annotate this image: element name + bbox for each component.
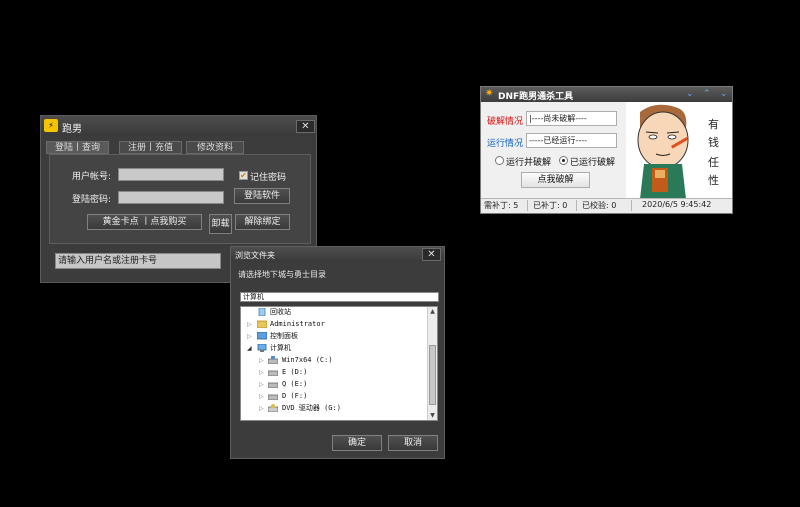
tool-titlebar[interactable]: ✷ DNF跑男通杀工具 ⌄ ⌃ ⌄ xyxy=(481,87,732,102)
cartoon-text-3: 任 xyxy=(708,156,719,169)
status-divider xyxy=(527,200,528,211)
scroll-down-icon[interactable]: ▼ xyxy=(428,411,437,420)
expand-arrow-icon[interactable]: ▷ xyxy=(259,381,264,388)
account-label: 用户帐号: xyxy=(72,172,112,182)
crack-button[interactable]: 点我破解 xyxy=(521,172,590,188)
dnf-tool-window: ✷ DNF跑男通杀工具 ⌄ ⌃ ⌄ 破解情况 |----尚未破解---- 运行情… xyxy=(480,86,733,214)
login-button[interactable]: 登陆软件 xyxy=(234,188,290,204)
radio-already-running-label[interactable]: 已运行破解 xyxy=(570,155,615,168)
buy-card-button[interactable]: 黄金卡点 丨点我购买 xyxy=(87,214,202,230)
path-input[interactable]: 计算机 xyxy=(240,292,439,302)
tree-item-drive-c[interactable]: Win7x64 (C:) xyxy=(282,355,333,366)
browse-close-button[interactable]: ✕ xyxy=(422,248,441,261)
expand-arrow-icon[interactable]: ▷ xyxy=(259,369,264,376)
cartoon-text-2: 钱 xyxy=(708,136,719,149)
tab-edit-profile[interactable]: 修改资料 xyxy=(186,141,244,154)
tab-login-query[interactable]: 登陆丨查询 xyxy=(46,141,109,154)
remember-label[interactable]: 记住密码 xyxy=(250,170,286,183)
dvd-drive-icon xyxy=(268,404,278,412)
run-status-label: 运行情况 xyxy=(487,139,524,149)
system-drive-icon xyxy=(268,356,278,364)
account-input[interactable] xyxy=(118,168,224,181)
tool-status-bar: 需补丁: 5 已补丁: 0 已校验: 0 2020/6/5 9:45:42 xyxy=(481,198,732,213)
close-icon[interactable]: ⌄ xyxy=(720,89,728,99)
control-panel-icon xyxy=(257,332,267,340)
tree-item-control-panel[interactable]: 控制面板 xyxy=(270,331,298,342)
radio-run-and-crack-label[interactable]: 运行并破解 xyxy=(506,155,551,168)
expand-arrow-icon[interactable]: ▷ xyxy=(247,321,252,328)
crack-status-label: 破解情况 xyxy=(487,117,524,127)
cancel-button[interactable]: 取消 xyxy=(388,435,438,451)
cartoon-text-1: 有 xyxy=(708,118,719,131)
tree-scrollbar[interactable]: ▲ ▼ xyxy=(427,307,437,420)
dropdown-icon[interactable]: ⌄ xyxy=(686,89,694,99)
expand-arrow-icon[interactable]: ▷ xyxy=(247,333,252,340)
browse-titlebar[interactable]: 浏览文件夹 ✕ xyxy=(231,247,444,262)
status-divider xyxy=(576,200,577,211)
tab-register-recharge[interactable]: 注册丨充值 xyxy=(119,141,182,154)
app-logo-icon: ⚡ xyxy=(44,119,58,132)
uninstall-button[interactable]: 卸载 xyxy=(209,214,232,234)
login-titlebar[interactable]: ⚡ 跑男 ✕ xyxy=(41,116,316,136)
login-window-title: 跑男 xyxy=(62,124,82,135)
user-folder-icon xyxy=(257,320,267,328)
tree-item-administrator[interactable]: Administrator xyxy=(270,319,325,330)
tree-item-drive-e[interactable]: Q (E:) xyxy=(282,379,307,390)
tree-item-computer[interactable]: 计算机 xyxy=(270,343,291,354)
crack-status-field: |----尚未破解---- xyxy=(526,111,617,126)
scroll-up-icon[interactable]: ▲ xyxy=(428,307,437,316)
tree-item-dvd-drive[interactable]: DVD 驱动器 (G:) xyxy=(282,403,341,414)
recycle-bin-icon xyxy=(258,308,266,316)
browse-dialog-title: 浏览文件夹 xyxy=(235,251,275,260)
status-datetime: 2020/6/5 9:45:42 xyxy=(642,200,712,209)
cartoon-image: 有 钱 任 性 xyxy=(626,102,732,199)
tree-item-recycle-bin[interactable]: 回收站 xyxy=(270,307,291,318)
password-input[interactable] xyxy=(118,191,224,204)
browse-folder-dialog: 浏览文件夹 ✕ 请选择地下城与勇士目录 计算机 回收站 ▷ Administra… xyxy=(230,246,445,459)
unbind-button[interactable]: 解除绑定 xyxy=(235,214,290,230)
tree-item-drive-f[interactable]: D (F:) xyxy=(282,391,307,402)
browse-prompt: 请选择地下城与勇士目录 xyxy=(238,270,326,279)
patched-count: 已补丁: 0 xyxy=(533,201,568,210)
scroll-thumb[interactable] xyxy=(429,345,436,405)
radio-already-running[interactable] xyxy=(559,156,568,165)
status-divider xyxy=(631,200,632,211)
folder-tree[interactable]: 回收站 ▷ Administrator ▷ 控制面板 ◢ 计算机 ▷ Win7x… xyxy=(240,306,438,421)
tool-window-title: DNF跑男通杀工具 xyxy=(498,92,574,102)
login-close-button[interactable]: ✕ xyxy=(296,120,315,133)
expand-arrow-icon[interactable]: ▷ xyxy=(259,357,264,364)
drive-icon xyxy=(268,394,278,400)
drive-icon xyxy=(268,370,278,376)
expand-arrow-icon[interactable]: ▷ xyxy=(259,405,264,412)
cartoon-text-4: 性 xyxy=(708,174,719,187)
run-status-field: -----已经运行---- xyxy=(526,133,617,148)
collapse-arrow-icon[interactable]: ◢ xyxy=(247,345,252,352)
need-patch-count: 需补丁: 5 xyxy=(484,201,519,210)
app-star-icon: ✷ xyxy=(485,88,494,99)
drive-icon xyxy=(268,382,278,388)
ok-button[interactable]: 确定 xyxy=(332,435,382,451)
expand-arrow-icon[interactable]: ▷ xyxy=(259,393,264,400)
radio-run-and-crack[interactable] xyxy=(495,156,504,165)
verified-count: 已校验: 0 xyxy=(582,201,617,210)
minimize-icon[interactable]: ⌃ xyxy=(703,89,711,99)
password-label: 登陆密码: xyxy=(72,195,112,205)
login-panel: 用户帐号: 登陆密码: ✔ 记住密码 登陆软件 黄金卡点 丨点我购买 卸载 解除… xyxy=(49,154,311,244)
tree-item-drive-d[interactable]: E (D:) xyxy=(282,367,307,378)
login-status-bar: 请输入用户名或注册卡号 xyxy=(55,253,221,269)
remember-checkbox[interactable]: ✔ xyxy=(239,171,248,180)
computer-icon xyxy=(257,344,267,352)
